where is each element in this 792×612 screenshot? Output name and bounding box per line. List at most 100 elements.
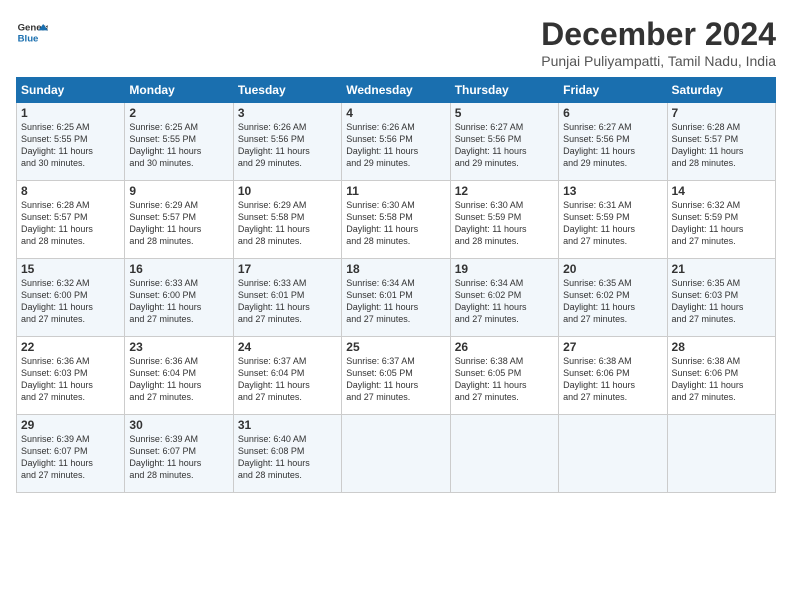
cell-info: Sunrise: 6:38 AMSunset: 6:06 PMDaylight:…	[563, 355, 662, 404]
calendar-cell: 4Sunrise: 6:26 AMSunset: 5:56 PMDaylight…	[342, 103, 450, 181]
calendar-cell: 21Sunrise: 6:35 AMSunset: 6:03 PMDayligh…	[667, 259, 775, 337]
cell-info: Sunrise: 6:31 AMSunset: 5:59 PMDaylight:…	[563, 199, 662, 248]
calendar-cell: 24Sunrise: 6:37 AMSunset: 6:04 PMDayligh…	[233, 337, 341, 415]
day-number: 19	[455, 262, 554, 276]
day-number: 12	[455, 184, 554, 198]
col-header-friday: Friday	[559, 78, 667, 103]
calendar-cell	[342, 415, 450, 493]
day-number: 14	[672, 184, 771, 198]
col-header-tuesday: Tuesday	[233, 78, 341, 103]
svg-text:Blue: Blue	[18, 34, 39, 45]
cell-info: Sunrise: 6:29 AMSunset: 5:58 PMDaylight:…	[238, 199, 337, 248]
cell-info: Sunrise: 6:36 AMSunset: 6:04 PMDaylight:…	[129, 355, 228, 404]
calendar-cell: 12Sunrise: 6:30 AMSunset: 5:59 PMDayligh…	[450, 181, 558, 259]
day-number: 11	[346, 184, 445, 198]
cell-info: Sunrise: 6:30 AMSunset: 5:59 PMDaylight:…	[455, 199, 554, 248]
day-number: 29	[21, 418, 120, 432]
calendar-cell: 13Sunrise: 6:31 AMSunset: 5:59 PMDayligh…	[559, 181, 667, 259]
calendar-cell: 27Sunrise: 6:38 AMSunset: 6:06 PMDayligh…	[559, 337, 667, 415]
calendar-cell	[667, 415, 775, 493]
calendar-cell: 15Sunrise: 6:32 AMSunset: 6:00 PMDayligh…	[17, 259, 125, 337]
calendar-body: 1Sunrise: 6:25 AMSunset: 5:55 PMDaylight…	[17, 103, 776, 493]
day-number: 4	[346, 106, 445, 120]
day-number: 25	[346, 340, 445, 354]
day-number: 8	[21, 184, 120, 198]
day-number: 27	[563, 340, 662, 354]
day-number: 21	[672, 262, 771, 276]
calendar-cell: 22Sunrise: 6:36 AMSunset: 6:03 PMDayligh…	[17, 337, 125, 415]
calendar-cell: 23Sunrise: 6:36 AMSunset: 6:04 PMDayligh…	[125, 337, 233, 415]
cell-info: Sunrise: 6:27 AMSunset: 5:56 PMDaylight:…	[563, 121, 662, 170]
calendar-cell: 25Sunrise: 6:37 AMSunset: 6:05 PMDayligh…	[342, 337, 450, 415]
calendar-cell: 11Sunrise: 6:30 AMSunset: 5:58 PMDayligh…	[342, 181, 450, 259]
cell-info: Sunrise: 6:30 AMSunset: 5:58 PMDaylight:…	[346, 199, 445, 248]
cell-info: Sunrise: 6:26 AMSunset: 5:56 PMDaylight:…	[346, 121, 445, 170]
cell-info: Sunrise: 6:25 AMSunset: 5:55 PMDaylight:…	[129, 121, 228, 170]
calendar-cell: 3Sunrise: 6:26 AMSunset: 5:56 PMDaylight…	[233, 103, 341, 181]
cell-info: Sunrise: 6:39 AMSunset: 6:07 PMDaylight:…	[21, 433, 120, 482]
calendar-cell: 1Sunrise: 6:25 AMSunset: 5:55 PMDaylight…	[17, 103, 125, 181]
col-header-saturday: Saturday	[667, 78, 775, 103]
calendar-cell: 14Sunrise: 6:32 AMSunset: 5:59 PMDayligh…	[667, 181, 775, 259]
col-header-sunday: Sunday	[17, 78, 125, 103]
week-row-2: 8Sunrise: 6:28 AMSunset: 5:57 PMDaylight…	[17, 181, 776, 259]
cell-info: Sunrise: 6:40 AMSunset: 6:08 PMDaylight:…	[238, 433, 337, 482]
title-block: December 2024 Punjai Puliyampatti, Tamil…	[541, 16, 776, 69]
cell-info: Sunrise: 6:29 AMSunset: 5:57 PMDaylight:…	[129, 199, 228, 248]
day-number: 1	[21, 106, 120, 120]
day-number: 16	[129, 262, 228, 276]
day-number: 17	[238, 262, 337, 276]
cell-info: Sunrise: 6:25 AMSunset: 5:55 PMDaylight:…	[21, 121, 120, 170]
day-number: 5	[455, 106, 554, 120]
col-header-wednesday: Wednesday	[342, 78, 450, 103]
cell-info: Sunrise: 6:38 AMSunset: 6:05 PMDaylight:…	[455, 355, 554, 404]
day-number: 30	[129, 418, 228, 432]
calendar-cell: 29Sunrise: 6:39 AMSunset: 6:07 PMDayligh…	[17, 415, 125, 493]
logo-icon: General Blue	[16, 16, 48, 48]
logo: General Blue	[16, 16, 48, 48]
day-number: 10	[238, 184, 337, 198]
day-number: 20	[563, 262, 662, 276]
day-number: 26	[455, 340, 554, 354]
col-header-thursday: Thursday	[450, 78, 558, 103]
day-number: 23	[129, 340, 228, 354]
cell-info: Sunrise: 6:28 AMSunset: 5:57 PMDaylight:…	[21, 199, 120, 248]
calendar-cell: 16Sunrise: 6:33 AMSunset: 6:00 PMDayligh…	[125, 259, 233, 337]
week-row-3: 15Sunrise: 6:32 AMSunset: 6:00 PMDayligh…	[17, 259, 776, 337]
day-number: 15	[21, 262, 120, 276]
day-number: 2	[129, 106, 228, 120]
page-header: General Blue December 2024 Punjai Puliya…	[16, 16, 776, 69]
cell-info: Sunrise: 6:35 AMSunset: 6:03 PMDaylight:…	[672, 277, 771, 326]
day-number: 24	[238, 340, 337, 354]
cell-info: Sunrise: 6:33 AMSunset: 6:01 PMDaylight:…	[238, 277, 337, 326]
calendar-cell: 31Sunrise: 6:40 AMSunset: 6:08 PMDayligh…	[233, 415, 341, 493]
cell-info: Sunrise: 6:39 AMSunset: 6:07 PMDaylight:…	[129, 433, 228, 482]
calendar-header-row: SundayMondayTuesdayWednesdayThursdayFrid…	[17, 78, 776, 103]
cell-info: Sunrise: 6:33 AMSunset: 6:00 PMDaylight:…	[129, 277, 228, 326]
cell-info: Sunrise: 6:37 AMSunset: 6:04 PMDaylight:…	[238, 355, 337, 404]
day-number: 31	[238, 418, 337, 432]
calendar-cell	[559, 415, 667, 493]
calendar-cell: 28Sunrise: 6:38 AMSunset: 6:06 PMDayligh…	[667, 337, 775, 415]
day-number: 3	[238, 106, 337, 120]
cell-info: Sunrise: 6:37 AMSunset: 6:05 PMDaylight:…	[346, 355, 445, 404]
cell-info: Sunrise: 6:28 AMSunset: 5:57 PMDaylight:…	[672, 121, 771, 170]
calendar-cell: 6Sunrise: 6:27 AMSunset: 5:56 PMDaylight…	[559, 103, 667, 181]
cell-info: Sunrise: 6:34 AMSunset: 6:02 PMDaylight:…	[455, 277, 554, 326]
calendar-cell: 10Sunrise: 6:29 AMSunset: 5:58 PMDayligh…	[233, 181, 341, 259]
calendar-cell: 18Sunrise: 6:34 AMSunset: 6:01 PMDayligh…	[342, 259, 450, 337]
cell-info: Sunrise: 6:27 AMSunset: 5:56 PMDaylight:…	[455, 121, 554, 170]
calendar-cell: 26Sunrise: 6:38 AMSunset: 6:05 PMDayligh…	[450, 337, 558, 415]
cell-info: Sunrise: 6:38 AMSunset: 6:06 PMDaylight:…	[672, 355, 771, 404]
day-number: 18	[346, 262, 445, 276]
calendar-cell: 8Sunrise: 6:28 AMSunset: 5:57 PMDaylight…	[17, 181, 125, 259]
calendar-table: SundayMondayTuesdayWednesdayThursdayFrid…	[16, 77, 776, 493]
cell-info: Sunrise: 6:26 AMSunset: 5:56 PMDaylight:…	[238, 121, 337, 170]
day-number: 22	[21, 340, 120, 354]
day-number: 9	[129, 184, 228, 198]
cell-info: Sunrise: 6:34 AMSunset: 6:01 PMDaylight:…	[346, 277, 445, 326]
day-number: 13	[563, 184, 662, 198]
week-row-1: 1Sunrise: 6:25 AMSunset: 5:55 PMDaylight…	[17, 103, 776, 181]
calendar-cell: 19Sunrise: 6:34 AMSunset: 6:02 PMDayligh…	[450, 259, 558, 337]
day-number: 6	[563, 106, 662, 120]
